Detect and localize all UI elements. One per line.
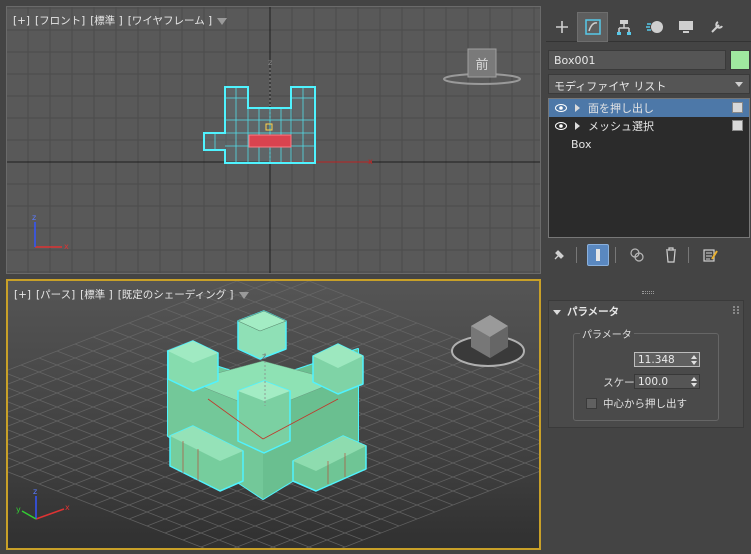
- show-end-result-icon: [596, 249, 600, 261]
- selected-face[interactable]: [248, 134, 292, 148]
- rollout-title: パラメータ: [567, 306, 620, 318]
- extrude-from-center-checkbox[interactable]: [586, 398, 597, 409]
- expand-arrow-icon[interactable]: [575, 104, 580, 112]
- svg-text:z: z: [32, 213, 36, 222]
- stack-item-label: メッシュ選択: [588, 120, 654, 133]
- stack-item-box[interactable]: Box: [549, 135, 749, 153]
- viewport-plus-menu[interactable]: [+]: [13, 15, 30, 27]
- rollout-header[interactable]: パラメータ: [553, 304, 619, 319]
- extrude-from-center-option[interactable]: 中心から押し出す: [586, 396, 687, 411]
- eye-icon[interactable]: [555, 122, 569, 130]
- motion-tab[interactable]: [639, 12, 670, 42]
- stack-toolbar: [548, 244, 750, 266]
- pin-stack-button[interactable]: [548, 244, 570, 266]
- filter-icon[interactable]: [238, 291, 249, 299]
- amount-spinner[interactable]: 11.348: [634, 352, 700, 367]
- display-tab[interactable]: [670, 12, 701, 42]
- expand-arrow-icon[interactable]: [575, 122, 580, 130]
- viewport-mode-menu[interactable]: [標準 ]: [80, 289, 113, 301]
- collapse-arrow-icon: [553, 309, 561, 315]
- motion-tab-icon: [645, 21, 663, 33]
- spinner-arrows-icon[interactable]: [691, 377, 697, 387]
- app-window: z x 前 z x [+] [フロント] [標準 ] [ワイヤフレーム ] z …: [0, 0, 751, 554]
- box001-mesh[interactable]: [167, 310, 367, 500]
- scale-row: スケール : 100.0: [574, 374, 720, 390]
- object-color-swatch[interactable]: [730, 50, 750, 70]
- spinner-arrows-icon[interactable]: [691, 355, 697, 365]
- scale-spinner[interactable]: 100.0: [634, 374, 700, 389]
- viewport-view-menu[interactable]: [パース]: [36, 289, 75, 301]
- object-name-field[interactable]: Box001: [548, 50, 726, 70]
- svg-text:z: z: [33, 487, 37, 496]
- make-unique-button[interactable]: [626, 244, 648, 266]
- make-unique-icon: [630, 248, 644, 262]
- group-title: パラメータ: [580, 326, 634, 341]
- viewport-shading-menu[interactable]: [ワイヤフレーム ]: [128, 15, 212, 27]
- hierarchy-tab-icon: [616, 20, 631, 35]
- scale-value: 100.0: [638, 376, 669, 388]
- stack-item-mesh-select[interactable]: メッシュ選択: [549, 117, 749, 135]
- eye-icon[interactable]: [555, 104, 569, 112]
- front-viewport[interactable]: z x 前 z x [+] [フロント] [標準 ] [ワイヤフレーム ]: [6, 6, 541, 274]
- parameters-rollout: パラメータ パラメータ 量 : 11.348 スケール : 100.0: [548, 300, 744, 428]
- front-z-label: z: [268, 58, 272, 67]
- filter-icon[interactable]: [217, 17, 228, 25]
- perspective-grid: z z x y: [8, 281, 539, 548]
- chevron-down-icon: [735, 82, 743, 87]
- pin-icon: [554, 250, 564, 260]
- box001-wireframe[interactable]: [203, 86, 316, 164]
- stack-item-extrude-face[interactable]: 面を押し出し: [549, 99, 749, 117]
- toolbar-divider: [615, 247, 616, 263]
- stack-item-checkbox[interactable]: [732, 102, 743, 113]
- show-end-result-button[interactable]: [587, 244, 609, 266]
- viewport-mode-menu[interactable]: [標準 ]: [90, 15, 123, 27]
- persp-axis-tripod: z x y: [16, 487, 70, 520]
- modify-tab-icon: [584, 19, 601, 35]
- perspective-viewport-label[interactable]: [+] [パース] [標準 ] [既定のシェーディング ]: [14, 287, 249, 302]
- stack-item-label: 面を押し出し: [588, 102, 654, 115]
- amount-row: 量 : 11.348: [574, 352, 720, 368]
- persp-z-label: z: [262, 352, 266, 361]
- front-x-label: x: [368, 157, 373, 166]
- toolbar-divider: [576, 247, 577, 263]
- command-panel-tabs: [546, 12, 751, 42]
- svg-text:x: x: [65, 503, 70, 512]
- svg-text:x: x: [64, 242, 69, 251]
- perspective-viewcube[interactable]: [451, 315, 525, 367]
- toolbar-divider: [688, 247, 689, 263]
- modifier-list-dropdown[interactable]: モディファイヤ リスト: [548, 74, 750, 94]
- stack-item-checkbox[interactable]: [732, 120, 743, 131]
- rollout-drag-handle[interactable]: [733, 306, 739, 314]
- utilities-tab[interactable]: [701, 12, 732, 42]
- viewport-view-menu[interactable]: [フロント]: [35, 15, 85, 27]
- viewport-plus-menu[interactable]: [+]: [14, 289, 31, 301]
- configure-icon: [703, 249, 718, 262]
- modify-tab[interactable]: [577, 12, 608, 42]
- utilities-tab-icon: [710, 21, 723, 33]
- configure-modifier-sets-button[interactable]: [699, 244, 721, 266]
- stack-item-label: Box: [571, 137, 592, 151]
- front-viewport-label[interactable]: [+] [フロント] [標準 ] [ワイヤフレーム ]: [13, 13, 228, 28]
- remove-modifier-button[interactable]: [660, 244, 682, 266]
- front-grid: z x 前 z x: [7, 7, 540, 273]
- front-viewcube[interactable]: 前: [443, 48, 521, 85]
- create-tab-icon: [555, 21, 568, 33]
- command-panel: Box001 モディファイヤ リスト 面を押し出し メッシュ選択 Box パラメ…: [546, 6, 751, 554]
- extrude-from-center-label: 中心から押し出す: [603, 398, 687, 410]
- panel-resize-grip[interactable]: [642, 291, 654, 294]
- display-tab-icon: [678, 21, 693, 33]
- svg-text:y: y: [16, 505, 21, 514]
- modifier-stack[interactable]: 面を押し出し メッシュ選択 Box: [548, 98, 750, 238]
- viewcube-front-label: 前: [475, 57, 488, 73]
- trash-icon: [666, 247, 676, 263]
- create-tab[interactable]: [546, 12, 577, 42]
- amount-value: 11.348: [638, 354, 675, 366]
- parameters-group: パラメータ 量 : 11.348 スケール : 100.0: [573, 326, 720, 421]
- perspective-viewport[interactable]: z z x y [+] [パース] [標準 ] [既定のシェーディング ]: [6, 279, 541, 550]
- hierarchy-tab[interactable]: [608, 12, 639, 42]
- modifier-list-label: モディファイヤ リスト: [554, 80, 667, 93]
- viewport-shading-menu[interactable]: [既定のシェーディング ]: [118, 289, 234, 301]
